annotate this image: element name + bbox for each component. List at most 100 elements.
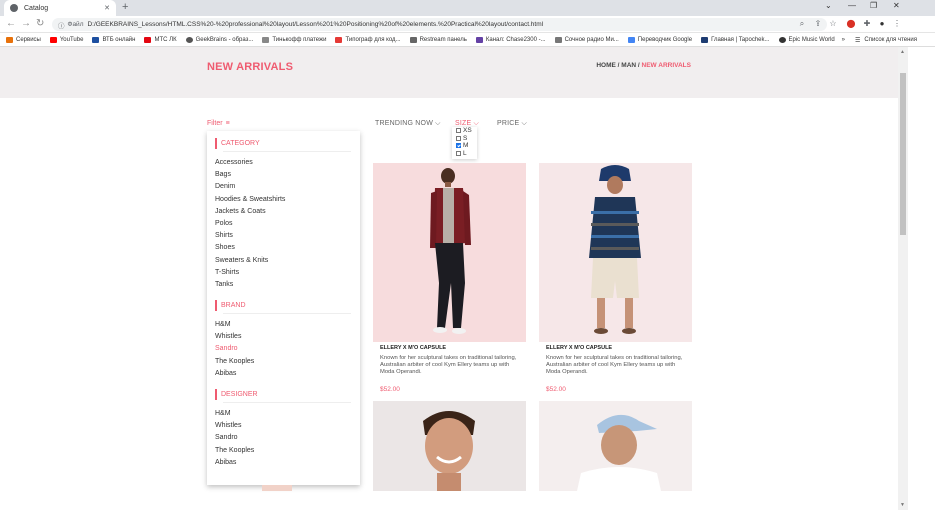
bookmark-item[interactable]: Тинькофф платежи	[262, 36, 326, 43]
size-checkbox[interactable]	[456, 128, 461, 134]
category-item[interactable]: Shirts	[215, 230, 285, 242]
scrollbar-thumb[interactable]	[900, 73, 906, 235]
category-item[interactable]: Polos	[215, 218, 285, 230]
breadcrumb-home[interactable]: HOME	[596, 62, 616, 69]
browser-tab[interactable]: Catalog ✕	[4, 0, 116, 16]
category-heading[interactable]: CATEGORY	[215, 138, 351, 152]
filter-button[interactable]: Filter ≡	[207, 120, 230, 127]
designer-item[interactable]: Whistles	[215, 420, 254, 432]
product-title[interactable]: ELLERY X M'O CAPSULE	[380, 345, 446, 351]
page-scrollbar[interactable]: ▲ ▼	[898, 47, 908, 510]
size-option-s[interactable]: S	[452, 135, 477, 143]
radio-icon	[554, 36, 562, 43]
twitch-icon	[475, 36, 483, 43]
scroll-down-icon[interactable]: ▼	[900, 502, 905, 508]
size-dropdown: XS S M L	[452, 127, 477, 159]
category-item[interactable]: Bags	[215, 169, 285, 181]
close-window-icon[interactable]: ✕	[893, 1, 900, 10]
model-blue-cap-image	[577, 414, 661, 491]
category-item[interactable]: T-Shirts	[215, 267, 285, 279]
product-image[interactable]	[539, 401, 692, 491]
designer-item[interactable]: H&M	[215, 408, 254, 420]
size-checkbox[interactable]	[456, 150, 461, 156]
sort-trending-now[interactable]: TRENDING NOW ⌵	[375, 120, 441, 128]
size-checkbox[interactable]	[456, 135, 461, 141]
product-image[interactable]	[373, 163, 526, 342]
restream-icon	[409, 36, 417, 43]
size-checkbox-checked[interactable]	[456, 143, 461, 149]
brand-item[interactable]: H&M	[215, 319, 254, 331]
bookmark-item[interactable]: Epic Music World	[778, 36, 835, 43]
bookmark-item[interactable]: Канал: Chase2300 -...	[475, 36, 546, 43]
tab-search-icon[interactable]: ⌄	[825, 1, 832, 10]
bookmark-item[interactable]: МТС ЛК	[144, 36, 177, 43]
reading-list-button[interactable]: Список для чтения	[864, 37, 917, 43]
product-image[interactable]	[373, 401, 526, 491]
extension-icon[interactable]: ⬤	[846, 19, 856, 29]
extensions-puzzle-icon[interactable]: ✚	[862, 19, 872, 29]
url-text: D:/GEEKBRAINS_Lessons/HTML.CSS%20-%20pro…	[87, 21, 544, 28]
category-item[interactable]: Shoes	[215, 242, 285, 254]
brand-item-active[interactable]: Sandro	[215, 343, 254, 355]
bookmark-star-icon[interactable]: ☆	[828, 19, 838, 29]
tapochek-icon	[701, 36, 709, 43]
brand-item[interactable]: Abibas	[215, 368, 254, 380]
model-maroon-jacket-image	[430, 168, 471, 334]
mts-icon	[144, 36, 152, 43]
size-option-xs[interactable]: XS	[452, 127, 477, 135]
info-icon[interactable]: ⓘ	[58, 20, 65, 30]
new-tab-button[interactable]: +	[122, 1, 128, 13]
bookmarks-overflow-icon[interactable]: »	[842, 37, 845, 43]
designer-item[interactable]: The Kooples	[215, 445, 254, 457]
bookmark-item[interactable]: Сервисы	[6, 36, 41, 43]
forward-icon[interactable]: →	[21, 18, 31, 29]
brand-heading[interactable]: BRAND	[215, 300, 351, 314]
product-price: $52.00	[380, 386, 400, 393]
category-item[interactable]: Hoodies & Sweatshirts	[215, 194, 285, 206]
brand-item[interactable]: The Kooples	[215, 356, 254, 368]
bookmark-item[interactable]: Сочное радио Ми...	[554, 36, 619, 43]
designer-item[interactable]: Sandro	[215, 432, 254, 444]
designer-heading[interactable]: DESIGNER	[215, 389, 351, 403]
sort-price[interactable]: PRICE ⌵	[497, 120, 527, 128]
url-input[interactable]: ⓘ Файл D:/GEEKBRAINS_Lessons/HTML.CSS%20…	[52, 18, 827, 31]
breadcrumb-man[interactable]: MAN	[621, 62, 636, 69]
bookmark-item[interactable]: Restream панель	[409, 36, 467, 43]
scroll-up-icon[interactable]: ▲	[900, 49, 905, 55]
product-title[interactable]: ELLERY X M'O CAPSULE	[546, 345, 612, 351]
bookmark-item[interactable]: GeekBrains - образ...	[185, 36, 253, 43]
reload-icon[interactable]: ↻	[36, 18, 44, 29]
bookmark-item[interactable]: ВТБ онлайн	[92, 36, 135, 43]
bookmark-item[interactable]: YouTube	[49, 36, 83, 43]
maximize-icon[interactable]: ❐	[870, 1, 877, 10]
bookmark-item[interactable]: Главная | Tapochek...	[701, 36, 770, 43]
tab-title: Catalog	[24, 4, 49, 12]
close-tab-icon[interactable]: ✕	[104, 4, 110, 12]
profile-avatar-icon[interactable]: ●	[877, 19, 887, 29]
product-image[interactable]	[539, 163, 692, 342]
geekbrains-icon	[185, 36, 193, 43]
filter-label: Filter	[207, 120, 223, 127]
designer-item[interactable]: Abibas	[215, 457, 254, 469]
product-description: Known for her sculptural takes on tradit…	[380, 355, 517, 375]
page-title: NEW ARRIVALS	[207, 61, 294, 73]
menu-kebab-icon[interactable]: ⋮	[892, 19, 902, 29]
size-option-l[interactable]: L	[452, 150, 477, 158]
bookmark-item[interactable]: Типограф для код...	[335, 36, 401, 43]
category-item[interactable]: Denim	[215, 181, 285, 193]
bookmark-item[interactable]: Переводчик Google	[627, 36, 692, 43]
zoom-icon[interactable]: ⌕	[797, 19, 807, 29]
size-option-m[interactable]: M	[452, 142, 477, 150]
category-item[interactable]: Accessories	[215, 157, 285, 169]
category-item[interactable]: Tanks	[215, 279, 285, 291]
url-scheme-label: Файл	[67, 21, 84, 28]
filter-sidebar: CATEGORY Accessories Bags Denim Hoodies …	[207, 131, 360, 485]
back-icon[interactable]: ←	[6, 18, 16, 29]
breadcrumb-current: NEW ARRIVALS	[641, 62, 691, 69]
minimize-icon[interactable]: —	[848, 1, 856, 10]
category-item[interactable]: Sweaters & Knits	[215, 255, 285, 267]
product-image-fragment	[262, 485, 292, 491]
share-icon[interactable]: ⇪	[813, 19, 823, 29]
brand-item[interactable]: Whistles	[215, 331, 254, 343]
category-item[interactable]: Jackets & Coats	[215, 206, 285, 218]
